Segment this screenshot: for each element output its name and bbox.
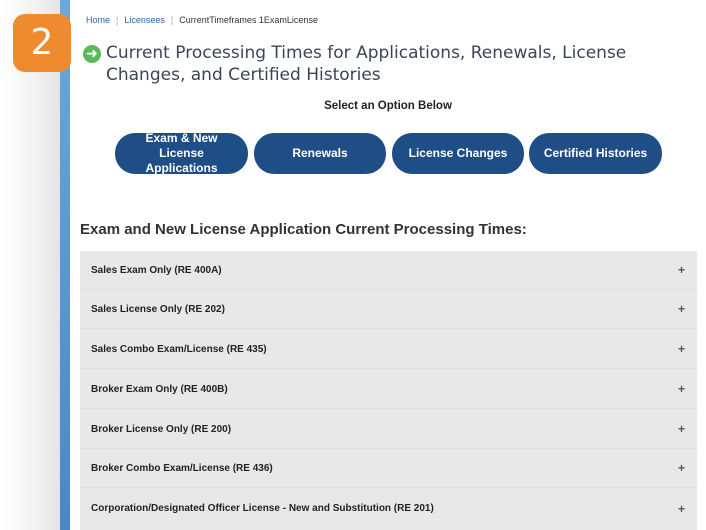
processing-times-accordion: Sales Exam Only (RE 400A) + Sales Licens…: [80, 251, 697, 530]
accordion-item-label: Sales Exam Only (RE 400A): [91, 264, 222, 276]
accordion-item[interactable]: Broker License Only (RE 200) +: [80, 410, 697, 449]
accordion-item[interactable]: Sales License Only (RE 202) +: [80, 290, 697, 329]
accordion-item-label: Sales Combo Exam/License (RE 435): [91, 343, 267, 355]
accordion-item[interactable]: Broker Combo Exam/License (RE 436) +: [80, 449, 697, 488]
exam-new-license-button[interactable]: Exam & New License Applications: [115, 131, 248, 175]
plus-icon[interactable]: +: [678, 461, 685, 475]
breadcrumb: Home ¦ Licensees ¦ CurrentTimeframes 1ExamLi…: [86, 15, 318, 25]
arrow-right-circle-icon: ➜: [83, 45, 101, 63]
left-accent-bar: [60, 0, 70, 530]
accordion-item-label: Broker License Only (RE 200): [91, 423, 232, 435]
certified-histories-button[interactable]: Certified Histories: [529, 133, 662, 174]
accordion-item[interactable]: Sales Combo Exam/License (RE 435) +: [80, 330, 697, 369]
plus-icon[interactable]: +: [678, 302, 685, 316]
accordion-item[interactable]: Corporation/Designated Officer License -…: [80, 489, 697, 528]
page-content: Home ¦ Licensees ¦ CurrentTimeframes 1ExamLi…: [70, 0, 706, 530]
plus-icon[interactable]: +: [678, 422, 685, 436]
renewals-button[interactable]: Renewals: [254, 133, 386, 174]
left-margin: [0, 0, 60, 530]
accordion-item-label: Corporation/Designated Officer License -…: [91, 503, 434, 514]
accordion-item[interactable]: Broker Exam Only (RE 400B) +: [80, 370, 697, 409]
breadcrumb-separator: ¦: [116, 15, 119, 25]
select-option-label: Select an Option Below: [324, 100, 452, 112]
breadcrumb-separator: ¦: [170, 15, 174, 25]
accordion-item-label: Broker Exam Only (RE 400B): [91, 383, 228, 395]
step-number-badge: 2: [13, 14, 71, 72]
accordion-item[interactable]: Sales Exam Only (RE 400A) +: [80, 251, 697, 290]
plus-icon[interactable]: +: [678, 502, 685, 516]
plus-icon[interactable]: +: [678, 342, 685, 356]
license-changes-button[interactable]: License Changes: [392, 133, 524, 174]
breadcrumb-licensees-link[interactable]: Licensees: [124, 15, 165, 25]
section-heading: Exam and New License Application Current…: [80, 221, 527, 238]
title-row: ➜ Current Processing Times for Applicati…: [83, 42, 643, 86]
breadcrumb-current: CurrentTimeframes 1ExamLicense: [179, 15, 318, 25]
accordion-item-label: Sales License Only (RE 202): [91, 303, 225, 315]
plus-icon[interactable]: +: [678, 382, 685, 396]
plus-icon[interactable]: +: [678, 263, 685, 277]
page-title: Current Processing Times for Application…: [106, 43, 627, 85]
breadcrumb-home-link[interactable]: Home: [86, 15, 110, 25]
accordion-item-label: Broker Combo Exam/License (RE 436): [91, 462, 273, 474]
